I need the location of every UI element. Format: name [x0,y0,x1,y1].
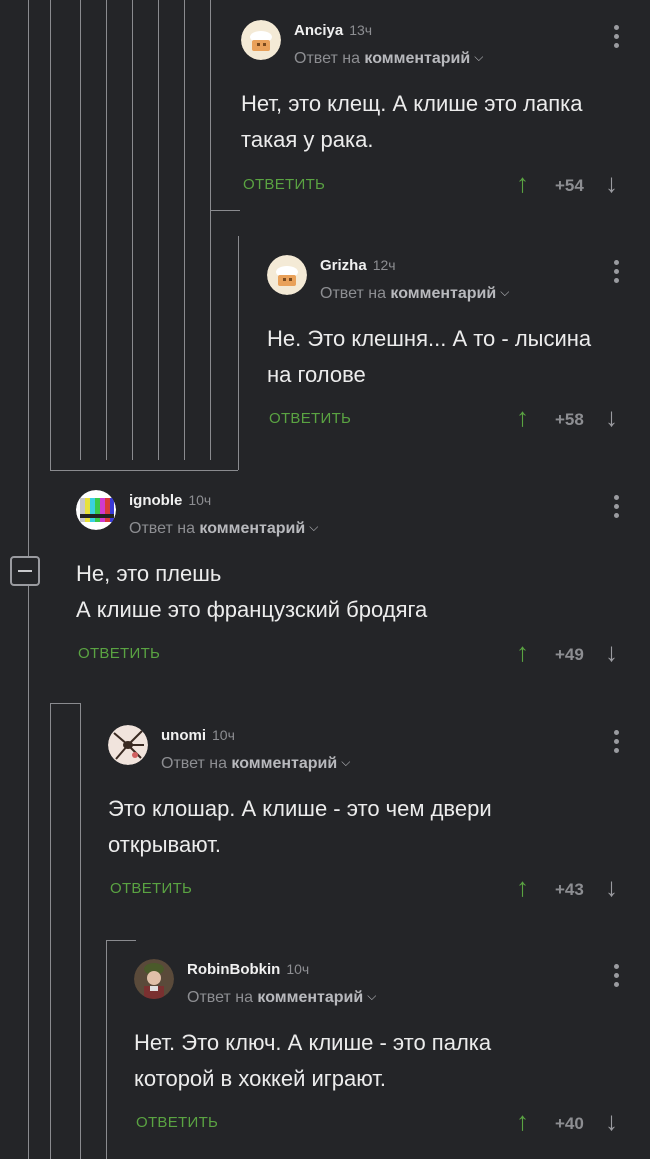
comment-time: 10ч [212,727,235,743]
comment-author[interactable]: Grizha 12ч [320,257,396,274]
thread-line [28,0,29,556]
comment-author[interactable]: unomi 10ч [161,727,235,744]
avatar[interactable] [76,490,116,530]
reply-button[interactable]: ОТВЕТИТЬ [269,410,351,427]
comment-text: Это клошар. А клише - это чем двери откр… [108,796,492,857]
avatar[interactable] [108,725,148,765]
chevron-down-icon[interactable]: ⌵ [309,520,318,535]
comment-time: 12ч [372,257,396,273]
thread-line [80,703,81,1159]
comment-text: Не, это плешь А клише это французский бр… [76,561,428,622]
reply-to-link[interactable]: комментарий [199,520,305,537]
thread-line [132,0,133,460]
comment: Anciya 13ч Ответ на комментарий ⌵ Нет, это… [241,20,650,210]
reply-to-prefix: Ответ на [320,285,386,302]
reply-to[interactable]: Ответ на комментарий ⌵ [161,755,350,773]
comment-time: 10ч [286,961,310,977]
thread-line [28,586,29,1159]
reply-to-link[interactable]: комментарий [257,989,363,1006]
arrow-up-icon[interactable]: ↑ [516,168,529,199]
chevron-down-icon[interactable]: ⌵ [341,755,350,770]
reply-to-prefix: Ответ на [294,50,360,67]
reply-button[interactable]: ОТВЕТИТЬ [78,645,160,662]
chevron-down-icon[interactable]: ⌵ [367,989,376,1004]
arrow-down-icon[interactable]: ↓ [605,168,618,199]
thread-corner [50,703,80,704]
reply-to-link[interactable]: комментарий [390,285,496,302]
comment: ignoble 10ч Ответ на комментарий ⌵ Не, это… [76,490,650,680]
comment-rating: +40 [555,1114,584,1133]
comment-text: Не. Это клешня... А то - лысина на голов… [267,326,592,387]
collapse-minus-icon[interactable] [10,556,40,586]
arrow-down-icon[interactable]: ↓ [605,637,618,668]
comment-time: 13ч [349,22,373,38]
arrow-down-icon[interactable]: ↓ [605,402,618,433]
comment-author[interactable]: Anciya 13ч [294,22,372,39]
kebab-menu-icon[interactable] [614,25,620,51]
comment-rating: +49 [555,645,584,664]
thread-corner [210,210,240,211]
reply-to-link[interactable]: комментарий [231,755,337,772]
reply-to-link[interactable]: комментарий [364,50,470,67]
avatar[interactable] [241,20,281,60]
reply-to-prefix: Ответ на [187,989,253,1006]
thread-line [184,0,185,460]
comment-rating: +58 [555,410,584,429]
comment: unomi 10ч Ответ на комментарий ⌵ Это клоша… [108,725,650,915]
kebab-menu-icon[interactable] [614,730,620,756]
arrow-down-icon[interactable]: ↓ [605,1106,618,1137]
reply-to[interactable]: Ответ на комментарий ⌵ [187,989,376,1007]
arrow-up-icon[interactable]: ↑ [516,637,529,668]
kebab-menu-icon[interactable] [614,964,620,990]
reply-to[interactable]: Ответ на комментарий ⌵ [320,285,509,303]
comment: Grizha 12ч Ответ на комментарий ⌵ Не. Это … [267,255,650,445]
avatar[interactable] [134,959,174,999]
thread-line [50,0,51,470]
thread-corner [50,470,238,471]
reply-to[interactable]: Ответ на комментарий ⌵ [294,50,483,68]
arrow-up-icon[interactable]: ↑ [516,1106,529,1137]
reply-to-prefix: Ответ на [129,520,195,537]
comment-text: Нет. Это ключ. А клише - это палка котор… [134,1030,492,1091]
thread-corner [106,940,136,941]
thread-line [80,0,81,460]
arrow-down-icon[interactable]: ↓ [605,872,618,903]
comment-author[interactable]: RobinBobkin 10ч [187,961,309,978]
reply-button[interactable]: ОТВЕТИТЬ [243,176,325,193]
comment-rating: +54 [555,176,584,195]
arrow-up-icon[interactable]: ↑ [516,872,529,903]
chevron-down-icon[interactable]: ⌵ [500,285,509,300]
comment-rating: +43 [555,880,584,899]
thread-line [106,0,107,460]
comment-text: Нет, это клещ. А клише это лапка такая у… [241,91,583,152]
thread-line [238,236,239,470]
comment: RobinBobkin 10ч Ответ на комментарий ⌵ Нет… [134,959,650,1149]
comment-time: 10ч [188,492,212,508]
thread-line [210,0,211,460]
reply-button[interactable]: ОТВЕТИТЬ [136,1114,218,1131]
reply-to[interactable]: Ответ на комментарий ⌵ [129,520,318,538]
arrow-up-icon[interactable]: ↑ [516,402,529,433]
reply-button[interactable]: ОТВЕТИТЬ [110,880,192,897]
avatar[interactable] [267,255,307,295]
reply-to-prefix: Ответ на [161,755,227,772]
thread-line [50,703,51,1159]
comment-author[interactable]: ignoble 10ч [129,492,211,509]
kebab-menu-icon[interactable] [614,495,620,521]
thread-line [106,940,107,1159]
thread-line [158,0,159,460]
kebab-menu-icon[interactable] [614,260,620,286]
chevron-down-icon[interactable]: ⌵ [474,50,483,65]
